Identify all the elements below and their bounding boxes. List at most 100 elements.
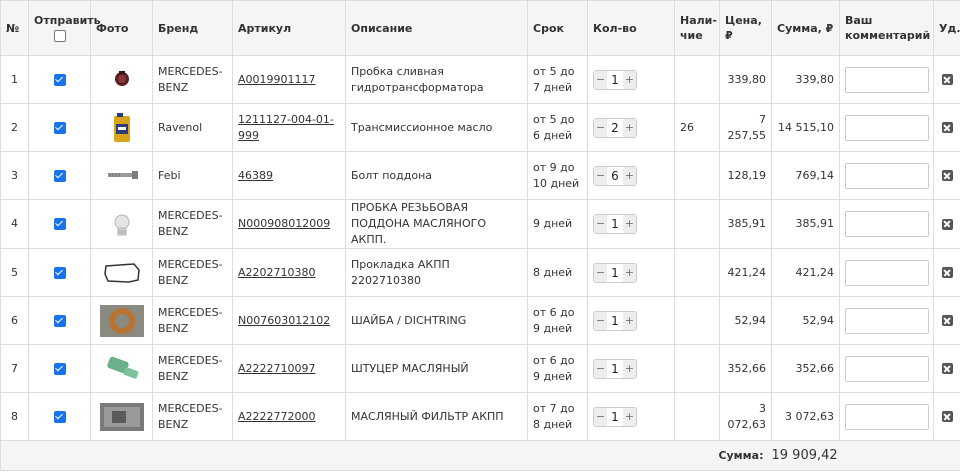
table-row-4: 4 MERCEDES-BENZ N000908012009 ПРОБКА РЕЗ… — [0, 199, 960, 249]
drain-plug-photo[interactable] — [98, 64, 146, 96]
qty-plus-button[interactable]: + — [623, 407, 636, 426]
article-link[interactable]: A2202710380 — [238, 266, 316, 279]
send-cell — [28, 103, 91, 152]
price: 7 257,55 — [719, 103, 772, 152]
qty-plus-button[interactable]: + — [623, 263, 636, 282]
send-checkbox[interactable] — [53, 169, 66, 182]
qty-plus-button[interactable]: + — [623, 166, 636, 185]
photo-cell — [90, 103, 153, 152]
quantity-stepper: − 1 + — [593, 214, 637, 234]
qty-plus-button[interactable]: + — [623, 359, 636, 378]
qty-value[interactable]: 6 — [607, 168, 623, 184]
washer-photo[interactable] — [98, 304, 146, 337]
qty-plus-button[interactable]: + — [623, 311, 636, 330]
delete-icon[interactable] — [941, 411, 953, 422]
qty-plus-button[interactable]: + — [623, 215, 636, 233]
article-link[interactable]: A0019901117 — [238, 73, 316, 86]
line-sum: 3 072,63 — [771, 392, 840, 441]
qty-minus-button[interactable]: − — [594, 359, 607, 378]
qty-minus-button[interactable]: − — [594, 263, 607, 282]
comment-cell — [839, 55, 934, 104]
col-article-header: Артикул — [232, 0, 346, 56]
qty-minus-button[interactable]: − — [594, 311, 607, 330]
oil-fitting-photo[interactable] — [98, 353, 146, 385]
oil-filter-photo[interactable] — [98, 401, 146, 433]
qty-value[interactable]: 1 — [607, 72, 623, 88]
send-checkbox[interactable] — [53, 410, 66, 423]
comment-input[interactable] — [845, 114, 929, 141]
send-checkbox[interactable] — [53, 314, 66, 327]
comment-input[interactable] — [845, 162, 929, 189]
article-cell: N007603012102 — [232, 296, 346, 345]
qty-minus-button[interactable]: − — [594, 166, 607, 185]
send-cell — [28, 151, 91, 200]
delete-icon[interactable] — [941, 267, 953, 278]
send-checkbox[interactable] — [53, 218, 66, 230]
article-link[interactable]: N000908012009 — [238, 217, 330, 230]
send-cell — [28, 392, 91, 441]
qty-minus-button[interactable]: − — [594, 407, 607, 426]
delete-cell — [933, 55, 960, 104]
qty-minus-button[interactable]: − — [594, 215, 607, 233]
article-link[interactable]: A2222710097 — [238, 362, 316, 375]
article-cell: A0019901117 — [232, 55, 346, 104]
article-cell: A2202710380 — [232, 248, 346, 297]
quantity-stepper: − 1 + — [593, 262, 637, 283]
photo-cell — [90, 151, 153, 200]
description: Пробка сливная гидротрансформатора — [345, 55, 528, 104]
delete-icon[interactable] — [941, 363, 953, 374]
quantity-stepper: − 6 + — [593, 165, 637, 186]
delete-icon[interactable] — [941, 170, 953, 181]
price: 421,24 — [719, 248, 772, 297]
oil-canister-photo[interactable] — [98, 112, 146, 144]
comment-input[interactable] — [845, 66, 929, 93]
table-header: № Отправить Фото Бренд Артикул Описание … — [0, 0, 960, 56]
article-link[interactable]: N007603012102 — [238, 314, 330, 327]
qty-value[interactable]: 1 — [607, 409, 623, 425]
article-cell: N000908012009 — [232, 199, 346, 249]
comment-input[interactable] — [845, 211, 929, 237]
send-checkbox[interactable] — [53, 266, 66, 279]
delete-icon[interactable] — [941, 315, 953, 326]
row-number: 7 — [0, 344, 29, 393]
send-checkbox[interactable] — [53, 121, 66, 134]
qty-value[interactable]: 2 — [607, 120, 623, 136]
send-cell — [28, 344, 91, 393]
comment-input[interactable] — [845, 259, 929, 286]
delivery-term: от 9 до 10 дней — [527, 151, 588, 200]
threaded-plug-photo[interactable] — [98, 208, 146, 240]
delete-icon[interactable] — [941, 218, 953, 230]
qty-minus-button[interactable]: − — [594, 70, 607, 89]
stock — [674, 296, 720, 345]
qty-cell: − 2 + — [587, 103, 675, 152]
col-price-header: Цена, ₽ — [719, 0, 772, 56]
qty-value[interactable]: 1 — [607, 313, 623, 329]
article-link[interactable]: 46389 — [238, 169, 273, 182]
stock: 26 — [674, 103, 720, 152]
qty-value[interactable]: 1 — [607, 361, 623, 377]
send-checkbox[interactable] — [53, 362, 66, 375]
col-photo-header: Фото — [90, 0, 153, 56]
qty-plus-button[interactable]: + — [623, 118, 636, 137]
photo-cell — [90, 55, 153, 104]
bolt-photo[interactable] — [98, 160, 146, 192]
delete-icon[interactable] — [941, 74, 953, 85]
qty-plus-button[interactable]: + — [623, 70, 636, 89]
qty-minus-button[interactable]: − — [594, 118, 607, 137]
delete-icon[interactable] — [941, 122, 953, 133]
qty-value[interactable]: 1 — [607, 265, 623, 281]
line-sum: 385,91 — [771, 199, 840, 249]
qty-cell: − 1 + — [587, 392, 675, 441]
delete-cell — [933, 199, 960, 249]
article-link[interactable]: 1211127-004-01-999 — [238, 113, 334, 142]
article-link[interactable]: A2222772000 — [238, 410, 316, 423]
row-number: 5 — [0, 248, 29, 297]
send-checkbox[interactable] — [53, 73, 66, 86]
comment-input[interactable] — [845, 403, 929, 430]
qty-value[interactable]: 1 — [607, 216, 623, 232]
gasket-photo[interactable] — [98, 257, 146, 289]
select-all-checkbox[interactable] — [53, 30, 66, 42]
comment-input[interactable] — [845, 355, 929, 382]
comment-input[interactable] — [845, 307, 929, 334]
total-value: 19 909,42 — [771, 440, 960, 471]
